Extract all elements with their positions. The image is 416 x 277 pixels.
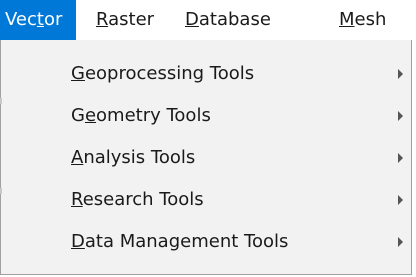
menu-item-geometry-tools[interactable]: Geometry Tools <box>2 95 410 137</box>
menu-database-label-end: atabase <box>198 9 271 30</box>
menu-item-analysis-tools[interactable]: Analysis Tools <box>2 137 410 179</box>
menu-item-label: Research Tools <box>71 179 204 221</box>
menu-raster[interactable]: Raster <box>96 0 154 40</box>
menu-item-mnemonic: G <box>71 63 85 84</box>
menu-item-label: Geometry Tools <box>71 95 211 137</box>
menu-item-label-end: eoprocessing Tools <box>84 63 255 84</box>
chevron-right-icon <box>398 195 403 205</box>
menu-item-label: Data Management Tools <box>71 221 288 263</box>
chevron-right-icon <box>398 237 403 247</box>
menu-vector-mnemonic: t <box>36 9 44 30</box>
menu-item-mnemonic: e <box>84 105 97 126</box>
chevron-right-icon <box>398 153 403 163</box>
menu-item-label-end: nalysis Tools <box>83 147 196 168</box>
menu-item-label-end: ometry Tools <box>96 105 211 126</box>
background-window-edge <box>0 98 2 104</box>
menu-item-mnemonic: R <box>71 189 83 210</box>
menu-mesh-mnemonic: M <box>339 9 355 30</box>
menu-database-mnemonic: D <box>185 9 199 30</box>
menu-raster-label-end: aster <box>108 9 155 30</box>
menu-vector-label-end: or <box>43 9 63 30</box>
menu-database[interactable]: Database <box>185 0 271 40</box>
vector-dropdown-menu: Geoprocessing Tools Geometry Tools Analy… <box>0 40 412 275</box>
menu-item-data-management-tools[interactable]: Data Management Tools <box>2 221 410 263</box>
menu-item-research-tools[interactable]: Research Tools <box>2 179 410 221</box>
chevron-right-icon <box>398 69 403 79</box>
menu-bar: Vector Raster Database Mesh <box>0 0 416 40</box>
background-window-edge <box>0 188 2 194</box>
menu-vector[interactable]: Vector <box>0 0 76 40</box>
menu-item-mnemonic: D <box>71 231 85 252</box>
menu-item-label-start: G <box>71 105 85 126</box>
menu-item-label: Analysis Tools <box>71 137 195 179</box>
menu-vector-label-start: Vec <box>5 9 37 30</box>
menu-item-geoprocessing-tools[interactable]: Geoprocessing Tools <box>2 53 410 95</box>
menu-item-mnemonic: A <box>71 147 84 168</box>
menu-raster-mnemonic: R <box>96 9 109 30</box>
chevron-right-icon <box>398 111 403 121</box>
menu-mesh-label-end: esh <box>354 9 387 30</box>
menu-item-label-end: ata Management Tools <box>84 231 289 252</box>
menu-mesh[interactable]: Mesh <box>339 0 386 40</box>
menu-item-label-end: esearch Tools <box>82 189 204 210</box>
menu-item-label: Geoprocessing Tools <box>71 53 254 95</box>
